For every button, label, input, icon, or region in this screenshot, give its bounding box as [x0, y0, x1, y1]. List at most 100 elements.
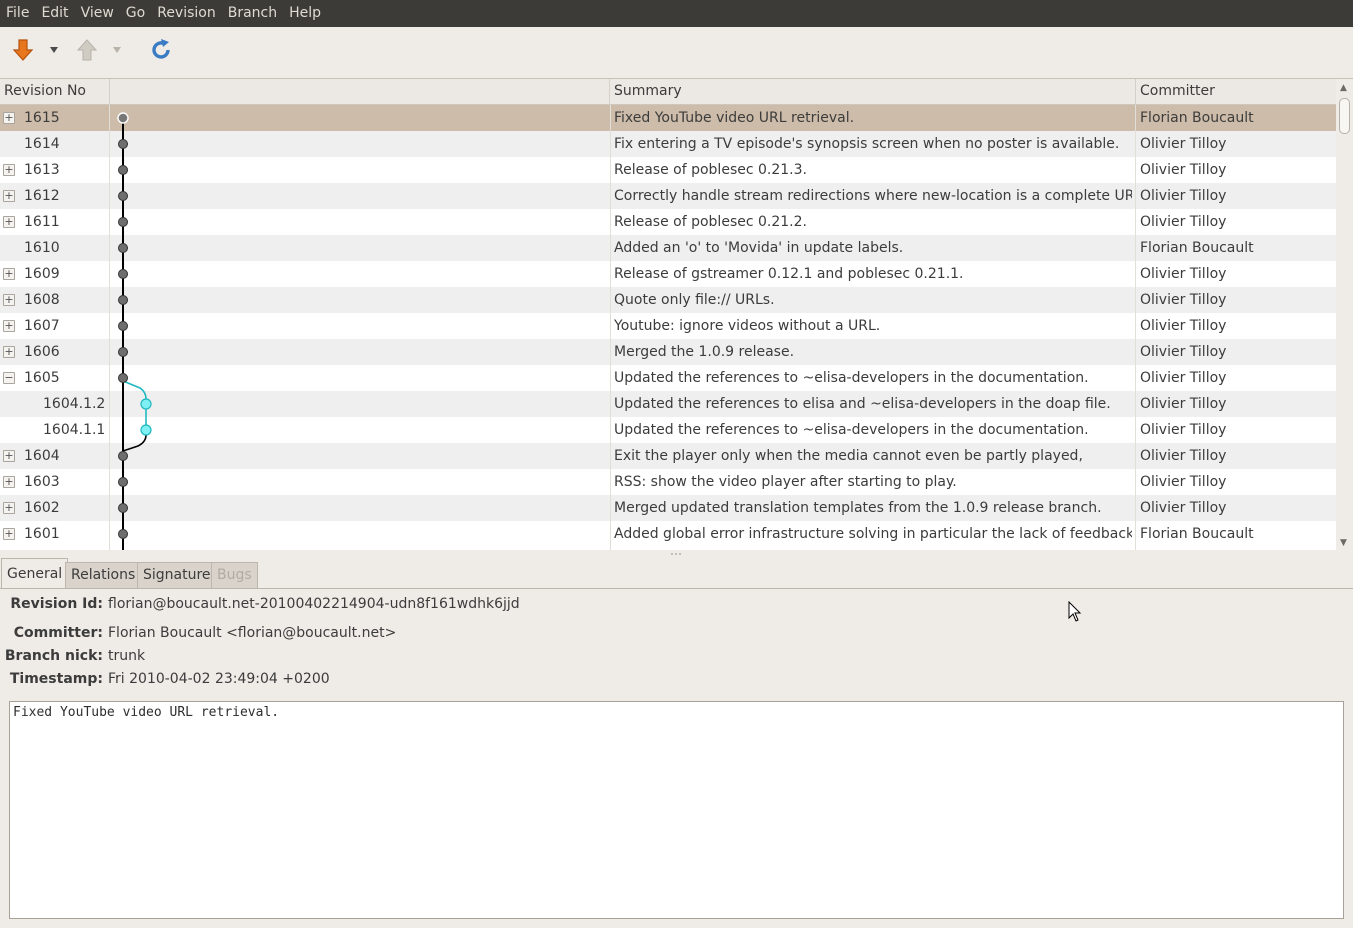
expand-icon[interactable]: + — [3, 268, 15, 280]
revision-node[interactable] — [118, 191, 128, 201]
scroll-up-icon[interactable]: ▲ — [1340, 83, 1347, 93]
revision-committer: Olivier Tilloy — [1140, 344, 1227, 360]
expand-icon[interactable]: + — [3, 216, 15, 228]
revision-committer: Olivier Tilloy — [1140, 474, 1227, 490]
expand-icon[interactable]: + — [3, 164, 15, 176]
revision-node[interactable] — [117, 112, 129, 124]
revision-number: 1614 — [24, 136, 60, 152]
revision-node[interactable] — [118, 451, 128, 461]
expand-icon[interactable]: + — [3, 502, 15, 514]
expand-icon[interactable]: + — [3, 346, 15, 358]
revision-node[interactable] — [118, 165, 128, 175]
scroll-thumb[interactable] — [1339, 98, 1350, 134]
revision-summary: Added global error infrastructure solvin… — [614, 526, 1132, 542]
revision-summary: Updated the references to ~elisa-develop… — [614, 422, 1089, 438]
revision-committer: Olivier Tilloy — [1140, 188, 1227, 204]
revision-node[interactable] — [118, 477, 128, 487]
expand-icon[interactable]: + — [3, 450, 15, 462]
revision-committer: Olivier Tilloy — [1140, 136, 1227, 152]
menu-revision[interactable]: Revision — [151, 0, 222, 27]
tab-general[interactable]: General — [1, 558, 69, 588]
push-icon — [76, 39, 98, 61]
revision-committer: Florian Boucault — [1140, 526, 1254, 542]
revision-node[interactable] — [118, 373, 128, 383]
revision-number: 1610 — [24, 240, 60, 256]
header-revision-no[interactable]: Revision No — [0, 79, 110, 105]
revision-number: 1615 — [24, 110, 60, 126]
menu-file[interactable]: File — [0, 0, 35, 27]
revision-committer: Olivier Tilloy — [1140, 500, 1227, 516]
expand-icon[interactable]: + — [3, 190, 15, 202]
revision-committer: Olivier Tilloy — [1140, 318, 1227, 334]
pull-dropdown-icon — [50, 47, 58, 53]
menu-go[interactable]: Go — [120, 0, 151, 27]
menu-help[interactable]: Help — [283, 0, 327, 27]
tab-relations[interactable]: Relations — [65, 562, 142, 588]
menu-view[interactable]: View — [75, 0, 120, 27]
revision-summary: Updated the references to ~elisa-develop… — [614, 370, 1089, 386]
revision-graph — [117, 112, 152, 550]
revision-details: Revision Id: florian@boucault.net-201004… — [0, 588, 1353, 928]
branch-revision-node[interactable] — [140, 398, 152, 410]
refresh-icon — [152, 39, 170, 59]
revision-number: 1606 — [24, 344, 60, 360]
pane-splitter[interactable] — [0, 550, 1353, 558]
revision-number: 1603 — [24, 474, 60, 490]
menubar: File Edit View Go Revision Branch Help — [0, 0, 1353, 27]
revision-node[interactable] — [118, 295, 128, 305]
revision-node[interactable] — [118, 217, 128, 227]
grip-icon — [671, 553, 681, 555]
revision-committer: Olivier Tilloy — [1140, 396, 1227, 412]
revision-committer: Florian Boucault — [1140, 240, 1254, 256]
expand-icon[interactable]: + — [3, 112, 15, 124]
expand-icon[interactable]: + — [3, 320, 15, 332]
pull-dropdown-button[interactable] — [44, 27, 64, 73]
revision-committer: Olivier Tilloy — [1140, 448, 1227, 464]
branch-revision-node[interactable] — [140, 424, 152, 436]
expand-icon[interactable]: + — [3, 528, 15, 540]
revision-node[interactable] — [118, 269, 128, 279]
branch-nick-value: trunk — [108, 648, 146, 664]
revision-table: Revision No Summary Committer +1615 Fixed… — [0, 78, 1353, 550]
menu-edit[interactable]: Edit — [35, 0, 74, 27]
expand-icon[interactable]: + — [3, 476, 15, 488]
revision-node[interactable] — [118, 321, 128, 331]
commit-message[interactable]: Fixed YouTube video URL retrieval. — [9, 701, 1344, 919]
scroll-down-icon[interactable]: ▼ — [1340, 538, 1347, 548]
push-dropdown-button[interactable] — [107, 27, 127, 73]
revision-node[interactable] — [118, 139, 128, 149]
collapse-icon[interactable]: − — [3, 372, 15, 384]
revision-committer: Olivier Tilloy — [1140, 266, 1227, 282]
revision-node[interactable] — [118, 243, 128, 253]
header-committer[interactable]: Committer — [1136, 79, 1336, 105]
revision-summary: Fixed YouTube video URL retrieval. — [614, 110, 855, 126]
push-dropdown-icon — [113, 47, 121, 53]
push-button[interactable] — [70, 27, 104, 73]
timestamp-value: Fri 2010-04-02 23:49:04 +0200 — [108, 671, 330, 687]
header-graph[interactable] — [110, 79, 610, 105]
revision-node[interactable] — [118, 347, 128, 357]
vertical-scrollbar[interactable]: ▲ ▼ — [1336, 79, 1353, 550]
tab-signature[interactable]: Signature — [137, 562, 217, 588]
pull-button[interactable] — [6, 27, 40, 73]
revision-summary: Updated the references to elisa and ~eli… — [614, 396, 1111, 412]
revision-number: 1604 — [24, 448, 60, 464]
revision-node[interactable] — [118, 529, 128, 539]
committer-label: Committer: — [13, 625, 103, 641]
expand-icon[interactable]: + — [3, 294, 15, 306]
header-summary[interactable]: Summary — [610, 79, 1136, 105]
revision-summary: Quote only file:// URLs. — [614, 292, 775, 308]
tab-bugs[interactable]: Bugs — [211, 562, 258, 588]
revision-summary: Merged the 1.0.9 release. — [614, 344, 795, 360]
revision-number: 1604.1.1 — [43, 422, 106, 438]
revision-number: 1608 — [24, 292, 60, 308]
revision-summary: Merged updated translation templates fro… — [614, 500, 1102, 516]
refresh-button[interactable] — [144, 27, 178, 73]
menu-branch[interactable]: Branch — [222, 0, 283, 27]
revision-node[interactable] — [118, 503, 128, 513]
revision-id-label: Revision Id: — [10, 596, 103, 612]
revision-committer: Olivier Tilloy — [1140, 292, 1227, 308]
revision-number: 1601 — [24, 526, 60, 542]
revision-committer: Florian Boucault — [1140, 110, 1254, 126]
revision-number: 1602 — [24, 500, 60, 516]
